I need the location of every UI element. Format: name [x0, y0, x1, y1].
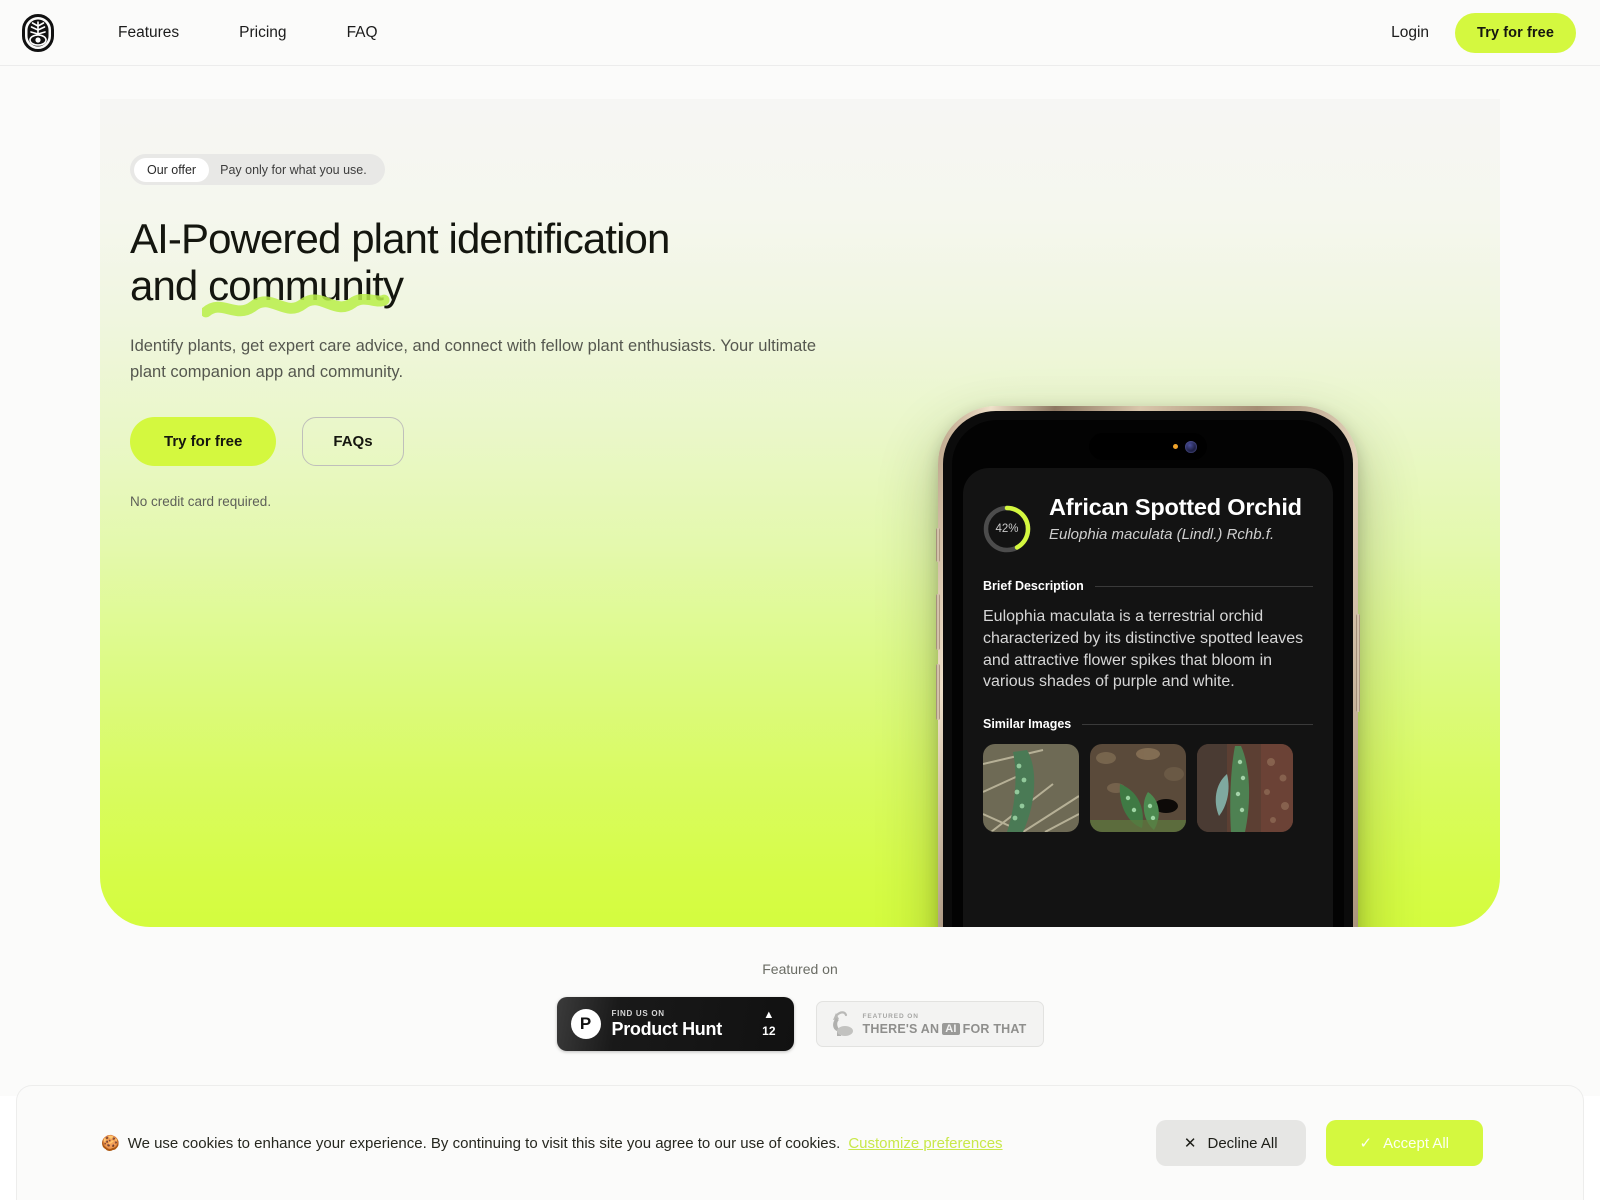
orchid-thumb-1-icon: [983, 744, 1079, 832]
taft-ai-chip: AI: [942, 1022, 960, 1035]
offer-badge-chip: Our offer: [134, 157, 210, 182]
taft-cat-logo-icon: [832, 1011, 853, 1036]
login-link[interactable]: Login: [1385, 16, 1435, 50]
hero-button-row: Try for free FAQs: [130, 416, 890, 466]
accept-all-button[interactable]: ✓ Accept All: [1325, 1120, 1483, 1166]
cookie-message-text: We use cookies to enhance your experienc…: [127, 1134, 841, 1152]
orchid-thumb-2-icon: [1090, 744, 1186, 832]
list-item[interactable]: [1090, 744, 1186, 832]
taft-small-label: FEATURED ON: [862, 1012, 919, 1020]
taft-text: FEATURED ON THERE'S AN AI FOR THAT: [863, 1013, 1027, 1036]
confidence-ring: 42%: [981, 503, 1033, 555]
nav-link-features[interactable]: Features: [102, 16, 195, 50]
product-hunt-logo-icon: P: [570, 1009, 601, 1039]
hero-content: Our offer Pay only for what you use. AI-…: [130, 154, 890, 509]
upvote-caret-icon: ▲: [763, 1009, 775, 1021]
check-icon: ✓: [1359, 1135, 1373, 1152]
brief-description-title: Brief Description: [983, 579, 1084, 593]
headline-line1-plain: AI-Powered plant: [130, 215, 449, 262]
cookie-actions: ✕ Decline All ✓ Accept All: [1155, 1120, 1549, 1166]
hero-try-for-free-button[interactable]: Try for free: [130, 416, 277, 466]
similar-images-list: [963, 744, 1333, 832]
page-title: AI-Powered plant identification and comm…: [130, 215, 890, 318]
product-hunt-name: Product Hunt: [611, 1018, 723, 1039]
phone-power-button: [1356, 614, 1360, 712]
phone-screen: 42% African Spotted Orchid Eulophia macu…: [952, 420, 1344, 927]
plant-description: Eulophia maculata is a terrestrial orchi…: [983, 608, 1304, 691]
offer-badge[interactable]: Our offer Pay only for what you use.: [130, 154, 385, 185]
hero-faqs-button[interactable]: FAQs: [302, 416, 404, 466]
product-hunt-text: FIND US ON Product Hunt: [612, 1009, 752, 1040]
plant-detail-card: 42% African Spotted Orchid Eulophia macu…: [963, 468, 1333, 927]
cookie-consent-banner: 🍪 We use cookies to enhance your experie…: [16, 1085, 1584, 1200]
customize-preferences-link[interactable]: Customize preferences: [848, 1135, 1002, 1152]
nav-link-pricing[interactable]: Pricing: [223, 16, 302, 50]
featured-on-section: Featured on P FIND US ON Product Hunt ▲ …: [0, 961, 1600, 1051]
product-hunt-badge[interactable]: P FIND US ON Product Hunt ▲ 12: [556, 997, 794, 1051]
section-divider: [1082, 723, 1313, 725]
upvote-count: 12: [762, 1024, 776, 1038]
product-hunt-small-label: FIND US ON: [611, 1008, 665, 1018]
nav-links: Features Pricing FAQ: [102, 16, 422, 50]
cookie-message: 🍪 We use cookies to enhance your experie…: [101, 1134, 1003, 1153]
theres-an-ai-for-that-badge[interactable]: FEATURED ON THERE'S AN AI FOR THAT: [815, 1001, 1044, 1047]
plant-titles: African Spotted Orchid Eulophia maculata…: [1049, 494, 1302, 545]
brand-logo[interactable]: [18, 11, 58, 55]
nav-link-faq[interactable]: FAQ: [331, 16, 394, 50]
headline-community-text: community: [208, 262, 404, 310]
headline-squiggle-community: community: [202, 262, 404, 318]
taft-name-part2: FOR THAT: [962, 1021, 1027, 1036]
nav-try-for-free-button[interactable]: Try for free: [1455, 12, 1576, 53]
phone-volume-down-button: [936, 664, 940, 720]
similar-images-header: Similar Images: [963, 717, 1333, 731]
phone-action-button: [936, 528, 940, 562]
similar-images-title: Similar Images: [983, 717, 1072, 731]
close-icon: ✕: [1183, 1135, 1197, 1152]
plant-seed-logo-icon: [22, 13, 54, 52]
headline-line2-plain: and: [130, 262, 209, 310]
list-item[interactable]: [983, 744, 1079, 832]
phone-frame: 42% African Spotted Orchid Eulophia macu…: [936, 406, 1360, 927]
headline-line2: and community: [130, 262, 890, 318]
section-divider: [1094, 585, 1313, 587]
top-navigation-bar: Features Pricing FAQ Login Try for free: [0, 0, 1600, 66]
offer-badge-text: Pay only for what you use.: [220, 162, 367, 177]
brief-description-header: Brief Description: [963, 579, 1333, 593]
orchid-thumb-3-icon: [1197, 744, 1293, 832]
privacy-indicator-icon: [1173, 444, 1178, 449]
phone-bezel: 42% African Spotted Orchid Eulophia macu…: [943, 411, 1353, 927]
confidence-value: 42%: [995, 523, 1019, 535]
phone-volume-up-button: [936, 594, 940, 650]
featured-on-label: Featured on: [762, 961, 838, 977]
plant-header: 42% African Spotted Orchid Eulophia macu…: [963, 468, 1333, 555]
nav-actions: Login Try for free: [1385, 12, 1576, 53]
plant-scientific-name: Eulophia maculata (Lindl.) Rchb.f.: [1049, 525, 1275, 543]
accept-all-label: Accept All: [1383, 1134, 1449, 1152]
list-item[interactable]: [1197, 744, 1293, 832]
hero-gradient-card: Our offer Pay only for what you use. AI-…: [100, 99, 1500, 927]
product-hunt-upvote[interactable]: ▲ 12: [762, 1009, 779, 1039]
front-camera-icon: [1185, 440, 1197, 453]
decline-all-button[interactable]: ✕ Decline All: [1155, 1120, 1306, 1166]
plant-name: African Spotted Orchid: [1049, 494, 1302, 520]
headline-highlight-identification: identification: [447, 215, 672, 262]
phone-mockup: 42% African Spotted Orchid Eulophia macu…: [936, 406, 1360, 927]
cookie-emoji-icon: 🍪: [101, 1135, 120, 1152]
no-credit-card-note: No credit card required.: [130, 493, 272, 509]
taft-name-part1: THERE'S AN: [862, 1021, 940, 1036]
hero-section: Our offer Pay only for what you use. AI-…: [0, 66, 1600, 1096]
dynamic-island: [1089, 433, 1207, 460]
taft-name: THERE'S AN AI FOR THAT: [863, 1022, 1027, 1036]
hero-subtitle: Identify plants, get expert care advice,…: [130, 337, 817, 381]
featured-badges: P FIND US ON Product Hunt ▲ 12 FEATURED …: [0, 997, 1600, 1051]
decline-all-label: Decline All: [1207, 1134, 1278, 1152]
